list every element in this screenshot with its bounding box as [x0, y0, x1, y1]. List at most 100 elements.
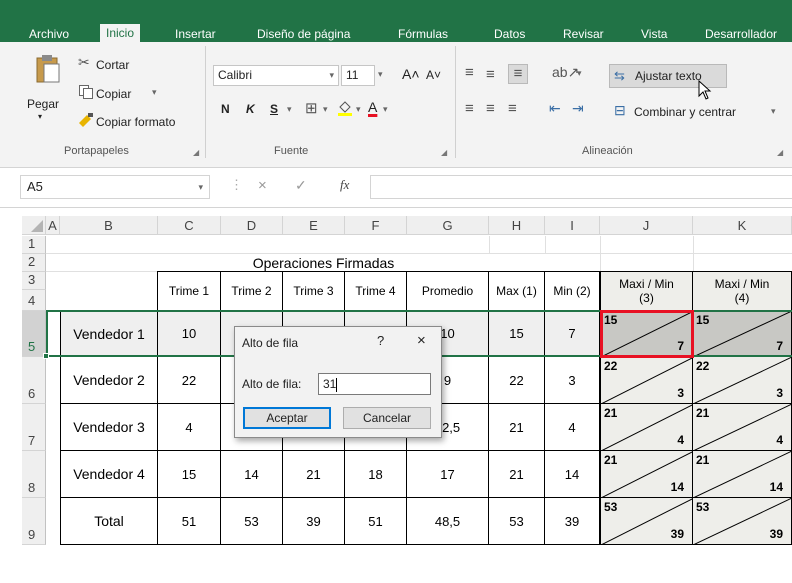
- column-header-b[interactable]: B: [60, 216, 158, 235]
- header-trime-1[interactable]: Trime 1: [158, 272, 221, 311]
- column-header-f[interactable]: F: [345, 216, 407, 235]
- row-header-2[interactable]: 2: [22, 254, 46, 272]
- value-cell[interactable]: 18: [345, 451, 407, 498]
- row-label-cell[interactable]: Vendedor 4: [60, 451, 158, 498]
- row-header-5[interactable]: 5: [22, 311, 46, 357]
- row-header-1[interactable]: 1: [22, 236, 46, 254]
- value-cell[interactable]: 39: [283, 498, 345, 545]
- tab-diseno-pagina[interactable]: Diseño de página: [257, 27, 350, 42]
- align-middle-icon[interactable]: ≡: [486, 66, 495, 83]
- orientation-icon[interactable]: ab↗: [552, 64, 579, 81]
- value-cell[interactable]: 14: [545, 451, 600, 498]
- select-all-corner[interactable]: [22, 216, 46, 235]
- tab-inicio[interactable]: Inicio: [100, 24, 141, 42]
- copy-button[interactable]: Copiar: [96, 87, 131, 101]
- tab-archivo[interactable]: Archivo: [29, 27, 69, 42]
- value-cell[interactable]: 4: [545, 404, 600, 451]
- row-label-cell[interactable]: Vendedor 3: [60, 404, 158, 451]
- alignment-launcher-icon[interactable]: ◢: [777, 148, 783, 157]
- font-size-combo[interactable]: 11: [341, 65, 375, 86]
- align-right-icon[interactable]: ≡: [508, 100, 517, 117]
- row-header-3[interactable]: 3: [22, 272, 46, 290]
- value-cell[interactable]: 17: [407, 451, 489, 498]
- ok-button[interactable]: Aceptar: [243, 407, 331, 429]
- maxmin-diagonal-cell[interactable]: 53 39: [600, 498, 693, 545]
- fill-color-icon[interactable]: [336, 99, 354, 117]
- maxmin-diagonal-cell[interactable]: 21 4: [600, 404, 693, 451]
- cut-button[interactable]: Cortar: [96, 58, 129, 72]
- header-max[interactable]: Max (1): [489, 272, 545, 311]
- value-cell[interactable]: 14: [221, 451, 283, 498]
- value-cell[interactable]: 21: [489, 404, 545, 451]
- value-cell[interactable]: 15: [158, 451, 221, 498]
- maxmin-diagonal-cell[interactable]: 15 7: [600, 311, 693, 357]
- merge-center-button[interactable]: Combinar y centrar: [634, 105, 736, 119]
- cancel-button[interactable]: Cancelar: [343, 407, 431, 429]
- column-header-j[interactable]: J: [600, 216, 693, 235]
- font-color-dropdown-icon[interactable]: ▾: [383, 104, 388, 115]
- paste-dropdown-icon[interactable]: ▾: [38, 112, 42, 121]
- font-launcher-icon[interactable]: ◢: [441, 148, 447, 157]
- value-cell[interactable]: 51: [345, 498, 407, 545]
- header-maxi-min-3[interactable]: Maxi / Min (3): [600, 272, 693, 311]
- maxmin-diagonal-cell[interactable]: 22 3: [600, 357, 693, 404]
- sheet-title[interactable]: Operaciones Firmadas: [158, 254, 489, 272]
- tab-insertar[interactable]: Insertar: [175, 27, 216, 42]
- value-cell[interactable]: 22: [489, 357, 545, 404]
- header-trime-2[interactable]: Trime 2: [221, 272, 283, 311]
- row-header-9[interactable]: 9: [22, 498, 46, 545]
- value-cell[interactable]: 3: [545, 357, 600, 404]
- grow-font-icon[interactable]: A˄: [402, 66, 420, 82]
- column-header-d[interactable]: D: [221, 216, 283, 235]
- value-cell[interactable]: 22: [158, 357, 221, 404]
- value-cell[interactable]: 4: [158, 404, 221, 451]
- formula-input[interactable]: [370, 175, 792, 199]
- maxmin-diagonal-cell[interactable]: 15 7: [693, 311, 792, 357]
- header-trime-3[interactable]: Trime 3: [283, 272, 345, 311]
- borders-dropdown-icon[interactable]: ▾: [323, 104, 328, 115]
- column-header-i[interactable]: I: [545, 216, 600, 235]
- help-icon[interactable]: ?: [377, 333, 384, 348]
- value-cell[interactable]: 53: [489, 498, 545, 545]
- insert-function-icon[interactable]: fx: [340, 177, 349, 193]
- italic-button[interactable]: K: [246, 102, 255, 116]
- row-label-cell[interactable]: Total: [60, 498, 158, 545]
- row-header-4[interactable]: 4: [22, 290, 46, 311]
- column-header-h[interactable]: H: [489, 216, 545, 235]
- column-header-c[interactable]: C: [158, 216, 221, 235]
- cancel-entry-icon[interactable]: ×: [258, 177, 267, 194]
- align-center-icon[interactable]: ≡: [486, 100, 495, 117]
- shrink-font-icon[interactable]: A˅: [426, 68, 441, 82]
- row-label-cell[interactable]: Vendedor 1: [60, 311, 158, 357]
- row-height-input[interactable]: 31: [318, 373, 431, 395]
- align-top-icon[interactable]: ≡: [465, 64, 474, 81]
- value-cell[interactable]: 15: [489, 311, 545, 357]
- value-cell[interactable]: 10: [158, 311, 221, 357]
- format-painter-button[interactable]: Copiar formato: [96, 115, 175, 129]
- row-header-7[interactable]: 7: [22, 404, 46, 451]
- column-header-k[interactable]: K: [693, 216, 792, 235]
- fill-dropdown-icon[interactable]: ▾: [356, 104, 361, 115]
- bold-button[interactable]: N: [221, 102, 230, 116]
- header-trime-4[interactable]: Trime 4: [345, 272, 407, 311]
- underline-button[interactable]: S: [270, 102, 278, 116]
- underline-dropdown-icon[interactable]: ▾: [287, 104, 292, 115]
- font-color-icon[interactable]: A: [368, 99, 377, 115]
- tab-revisar[interactable]: Revisar: [563, 27, 604, 42]
- tab-datos[interactable]: Datos: [494, 27, 525, 42]
- value-cell[interactable]: 48,5: [407, 498, 489, 545]
- column-header-e[interactable]: E: [283, 216, 345, 235]
- font-size-dropdown-icon[interactable]: ▾: [378, 69, 383, 80]
- tab-vista[interactable]: Vista: [641, 27, 667, 42]
- value-cell[interactable]: 51: [158, 498, 221, 545]
- header-min[interactable]: Min (2): [545, 272, 600, 311]
- header-maxi-min-4[interactable]: Maxi / Min (4): [693, 272, 792, 311]
- row-header-8[interactable]: 8: [22, 451, 46, 498]
- value-cell[interactable]: 21: [283, 451, 345, 498]
- merge-dropdown-icon[interactable]: ▾: [771, 106, 776, 117]
- column-header-a[interactable]: A: [46, 216, 60, 235]
- font-name-combo[interactable]: Calibri ▾: [213, 65, 339, 86]
- column-header-g[interactable]: G: [407, 216, 489, 235]
- close-icon[interactable]: ×: [417, 332, 426, 349]
- tab-formulas[interactable]: Fórmulas: [398, 27, 448, 42]
